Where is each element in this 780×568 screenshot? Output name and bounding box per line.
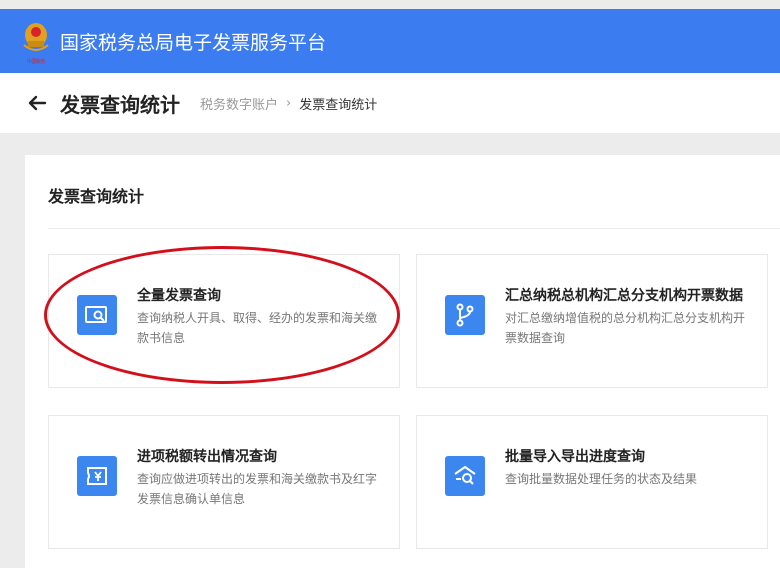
app-title: 国家税务总局电子发票服务平台 [60,32,327,54]
divider [48,228,780,229]
tax-emblem-logo: 中国税务 [20,19,52,65]
emblem-text: 中国税务 [26,59,46,65]
panel-title: 发票查询统计 [48,187,145,206]
card-title: 批量导入导出进度查询 [505,449,645,465]
breadcrumb-current: 发票查询统计 [299,97,378,113]
card-input-tax-transfer-query[interactable]: 进项税额转出情况查询 查询应做进项转出的发票和海关缴款书及红字发票信息确认单信息 [48,415,400,549]
page-header: 发票查询统计 税务数字账户 › 发票查询统计 [0,73,780,133]
back-arrow-icon[interactable] [26,92,48,114]
yen-ticket-icon [77,456,117,496]
branch-icon [445,295,485,335]
breadcrumb-separator: › [286,95,292,111]
invoice-search-icon [77,295,117,335]
card-title: 汇总纳税总机构汇总分支机构开票数据 [505,288,743,304]
card-description: 查询批量数据处理任务的状态及结果 [505,472,698,486]
card-description: 对汇总缴纳增值税的总分机构汇总分支机构开票数据查询 [505,311,746,345]
card-full-invoice-query[interactable]: 全量发票查询 查询纳税人开具、取得、经办的发票和海关缴款书信息 [48,254,400,388]
card-title: 全量发票查询 [137,288,221,304]
breadcrumb-tax-account[interactable]: 税务数字账户 [200,94,278,113]
card-title: 进项税额转出情况查询 [137,449,277,465]
card-batch-progress-query[interactable]: 批量导入导出进度查询 查询批量数据处理任务的状态及结果 [416,415,768,549]
top-nav-bar: 中国税务 国家税务总局电子发票服务平台 [0,9,780,73]
card-branch-invoice-data[interactable]: 汇总纳税总机构汇总分支机构开票数据 对汇总缴纳增值税的总分机构汇总分支机构开票数… [416,254,768,388]
batch-search-icon [445,456,485,496]
page-title: 发票查询统计 [60,92,180,117]
card-description: 查询纳税人开具、取得、经办的发票和海关缴款书信息 [137,311,378,345]
card-description: 查询应做进项转出的发票和海关缴款书及红字发票信息确认单信息 [137,472,378,506]
